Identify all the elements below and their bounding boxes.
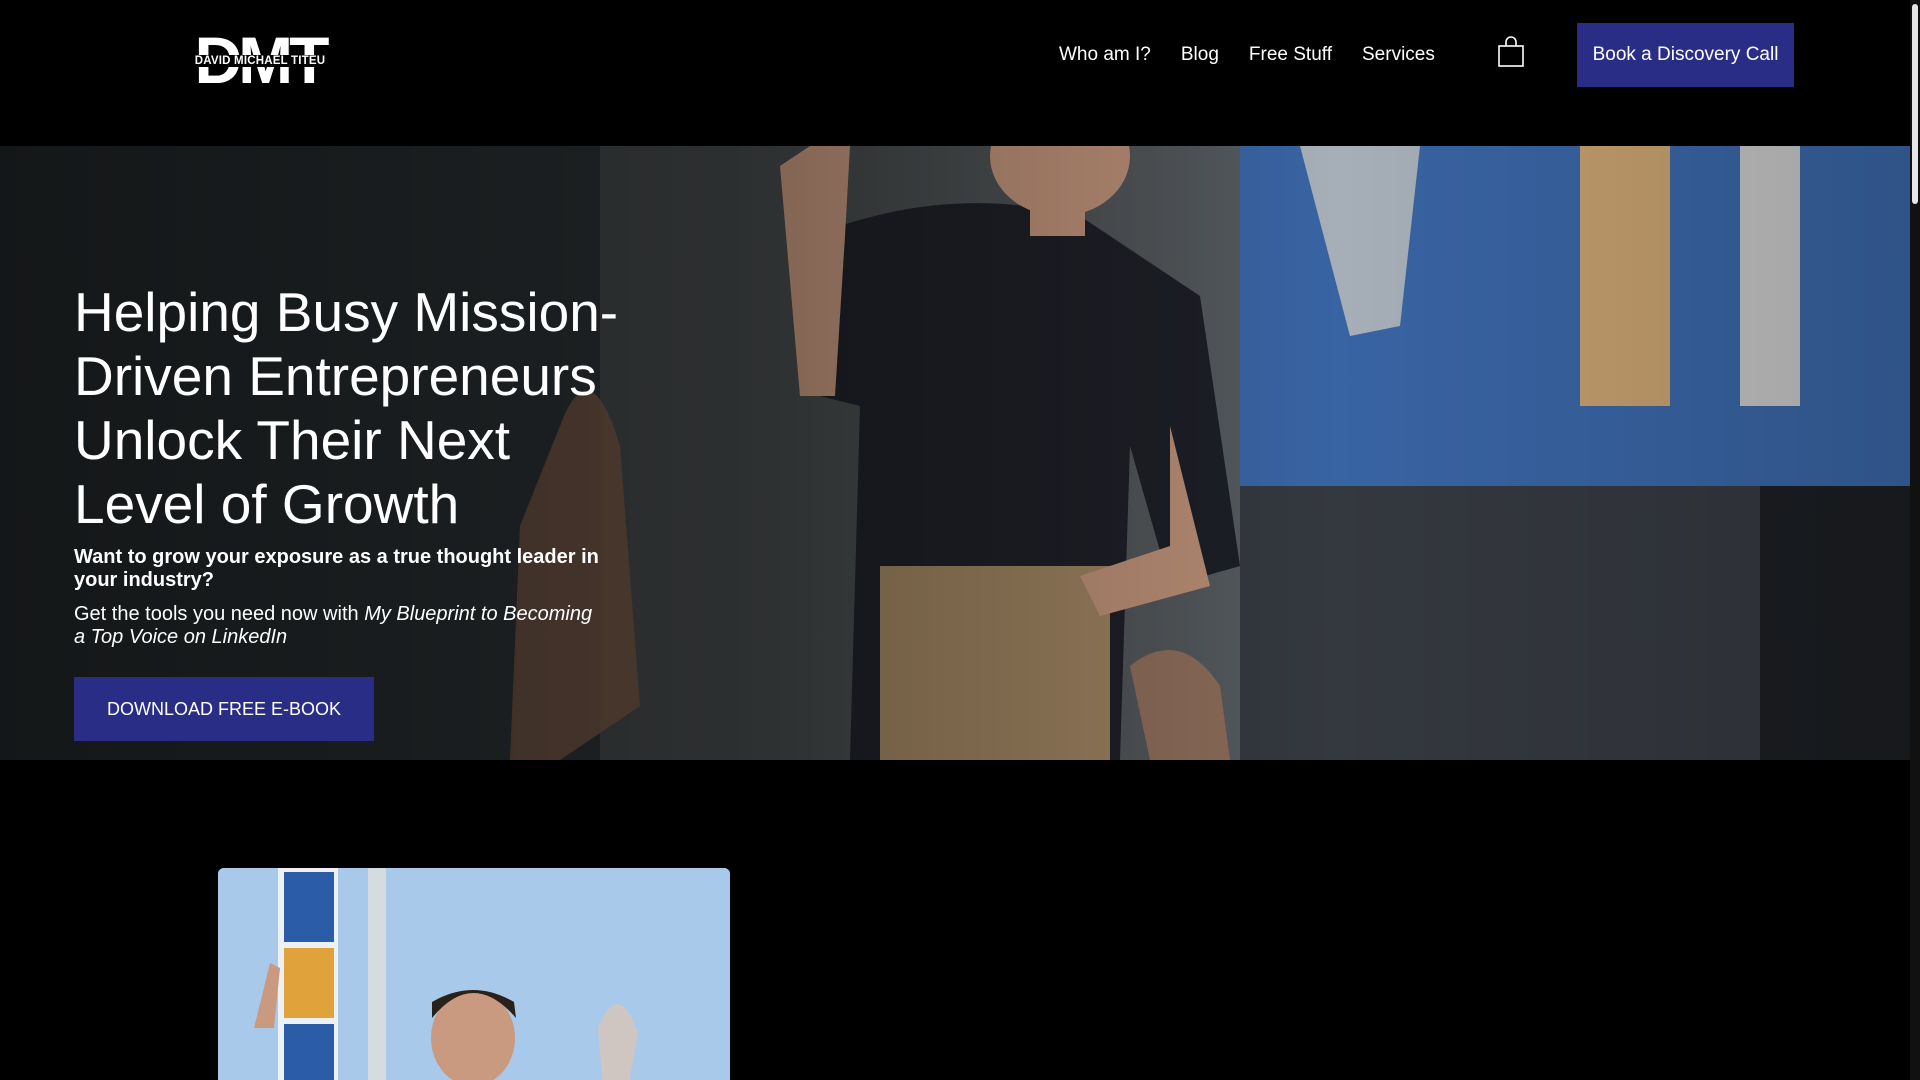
page-scrollbar[interactable]	[1910, 0, 1920, 1080]
shopping-bag-icon[interactable]	[1496, 36, 1526, 68]
nav-item-free-stuff[interactable]: Free Stuff	[1234, 42, 1347, 68]
book-discovery-call-button[interactable]: Book a Discovery Call	[1577, 23, 1794, 87]
site-header: DMT DAVID MICHAEL TITEU Who am I? Blog F…	[0, 0, 1910, 146]
hero-title: Helping Busy Mission-Driven Entrepreneur…	[74, 281, 619, 535]
scrollbar-thumb[interactable]	[1912, 4, 1918, 204]
hero-description-prefix: Get the tools you need now with	[74, 603, 365, 625]
about-section	[0, 760, 1910, 1080]
hero-subtitle: Want to grow your exposure as a true tho…	[74, 546, 599, 591]
speaker-photo	[218, 868, 730, 1080]
hero-description: Get the tools you need now with My Bluep…	[74, 603, 604, 649]
main-nav: Who am I? Blog Free Stuff Services	[1044, 42, 1450, 68]
nav-item-who-am-i[interactable]: Who am I?	[1044, 42, 1166, 68]
speaker-photo-image	[218, 868, 730, 1080]
download-ebook-button[interactable]: DOWNLOAD FREE E-BOOK	[74, 677, 374, 741]
page: DMT DAVID MICHAEL TITEU Who am I? Blog F…	[0, 0, 1920, 1080]
hero-section: Helping Busy Mission-Driven Entrepreneur…	[0, 146, 1910, 760]
nav-item-services[interactable]: Services	[1347, 42, 1450, 68]
logo[interactable]: DMT DAVID MICHAEL TITEU	[179, 27, 341, 93]
nav-item-blog[interactable]: Blog	[1166, 42, 1234, 68]
logo-name: DAVID MICHAEL TITEU	[179, 55, 341, 67]
